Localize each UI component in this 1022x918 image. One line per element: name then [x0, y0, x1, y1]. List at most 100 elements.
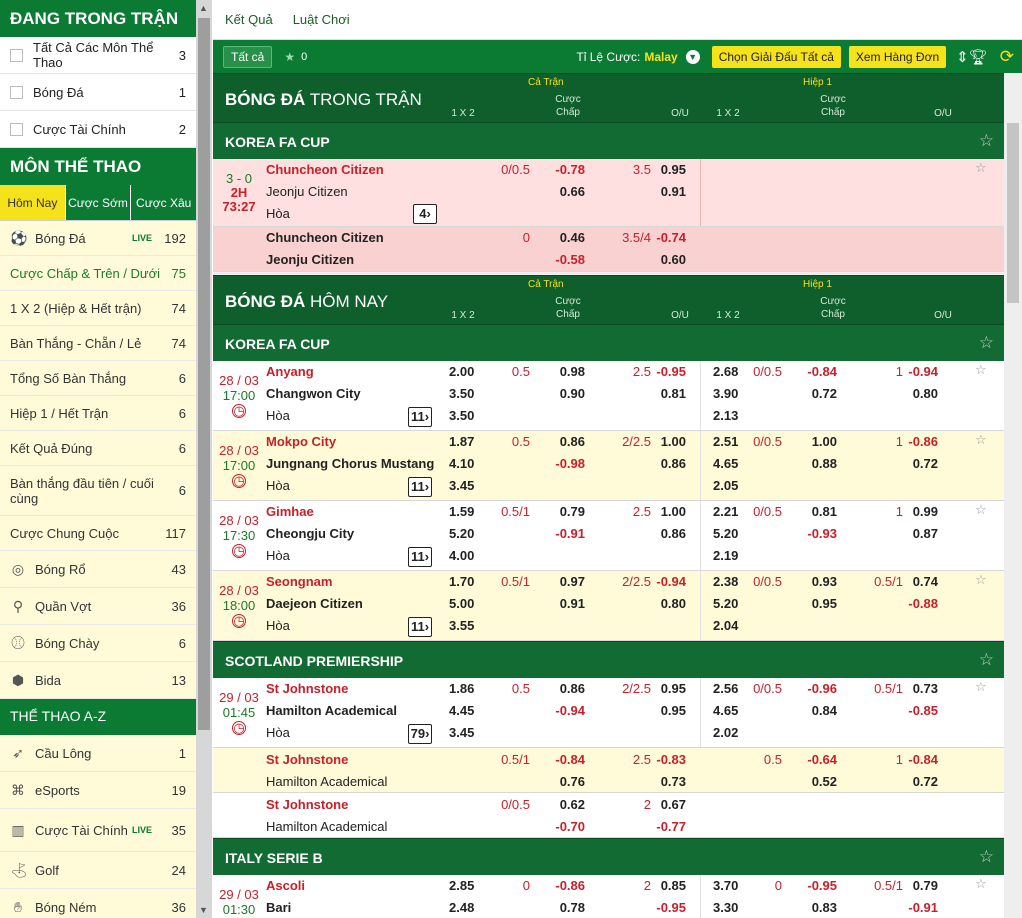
ou-line[interactable]: 0.5/1 [845, 878, 903, 893]
handicap-line[interactable]: 0.5/1 [485, 574, 530, 589]
odds-value[interactable]: -0.96 [801, 681, 837, 696]
ou-line[interactable]: 3.5/4 [593, 230, 651, 245]
handicap-line[interactable]: 0 [485, 878, 530, 893]
odds-value[interactable]: 0.90 [549, 386, 585, 401]
odds-value[interactable]: -0.84 [900, 752, 938, 767]
odds-value[interactable]: 0.85 [648, 878, 686, 893]
odds-value[interactable]: 0.86 [648, 456, 686, 471]
star-icon[interactable]: ☆ [979, 333, 994, 353]
odds-value[interactable]: 0.95 [648, 681, 686, 696]
ou-line[interactable]: 2 [593, 797, 651, 812]
odds-value[interactable]: -0.84 [549, 752, 585, 767]
star-icon[interactable]: ☆ [975, 572, 987, 588]
live-item[interactable]: Bóng Đá 1 [0, 74, 196, 111]
odds-value[interactable]: 0.98 [549, 364, 585, 379]
scroll-up-icon[interactable]: ▲ [199, 3, 208, 13]
odds-value[interactable]: 0.86 [549, 681, 585, 696]
odds-value[interactable]: 5.00 [449, 596, 474, 611]
odds-value[interactable]: 3.30 [713, 900, 738, 915]
handicap-line[interactable]: 0/0.5 [737, 364, 782, 379]
results-link[interactable]: Kết Quả [225, 12, 273, 27]
scroll-down-icon[interactable]: ▼ [199, 905, 208, 915]
ou-line[interactable]: 1 [845, 504, 903, 519]
odds-value[interactable]: 0.81 [648, 386, 686, 401]
odds-value[interactable]: 5.20 [713, 596, 738, 611]
odds-value[interactable]: 1.00 [648, 434, 686, 449]
odds-value[interactable]: 0.99 [900, 504, 938, 519]
odds-value[interactable]: 0.79 [549, 504, 585, 519]
live-item[interactable]: Tất Cả Các Môn Thể Thao 3 [0, 37, 196, 74]
odds-value[interactable]: -0.94 [549, 703, 585, 718]
odds-value[interactable]: 1.00 [648, 504, 686, 519]
odds-value[interactable]: 0.88 [801, 456, 837, 471]
chevron-down-icon[interactable]: ▼ [685, 49, 700, 64]
odds-value[interactable]: -0.91 [549, 526, 585, 541]
odds-value[interactable]: 2.00 [449, 364, 474, 379]
odds-value[interactable]: -0.84 [801, 364, 837, 379]
odds-value[interactable]: 0.79 [900, 878, 938, 893]
ou-line[interactable]: 2/2.5 [593, 681, 651, 696]
odds-value[interactable]: -0.95 [648, 900, 686, 915]
league-header[interactable]: KOREA FA CUP ☆ [213, 122, 1004, 159]
odds-value[interactable]: 0.84 [801, 703, 837, 718]
odds-value[interactable]: 1.00 [801, 434, 837, 449]
odds-value[interactable]: 2.21 [713, 504, 738, 519]
market-item[interactable]: Bàn Thắng - Chẵn / Lẻ 74 [0, 326, 196, 361]
odds-value[interactable]: 2.04 [713, 618, 738, 633]
more-bets-badge[interactable]: 11› [408, 617, 432, 637]
sidebar-scrollbar[interactable]: ▲ ▼ [196, 0, 212, 918]
handicap-line[interactable]: 0.5/1 [485, 504, 530, 519]
odds-value[interactable]: 0.66 [549, 184, 585, 199]
odds-value[interactable]: 4.00 [449, 548, 474, 563]
sport-item[interactable]: ➶ Cầu Lông 1 [0, 735, 196, 772]
star-icon[interactable]: ☆ [975, 362, 987, 378]
star-icon[interactable]: ☆ [979, 650, 994, 670]
handicap-line[interactable]: 0/0.5 [737, 681, 782, 696]
star-icon[interactable]: ☆ [975, 160, 987, 176]
odds-value[interactable]: 2.02 [713, 725, 738, 740]
odds-value[interactable]: 2.05 [713, 478, 738, 493]
handicap-line[interactable]: 0.5 [485, 434, 530, 449]
odds-value[interactable]: -0.93 [801, 526, 837, 541]
market-item[interactable]: 1 X 2 (Hiệp & Hết trận) 74 [0, 291, 196, 326]
odds-value[interactable]: 2.38 [713, 574, 738, 589]
odds-value[interactable]: 3.55 [449, 618, 474, 633]
ou-line[interactable]: 2.5 [593, 364, 651, 379]
market-item[interactable]: Hiệp 1 / Hết Trận 6 [0, 396, 196, 431]
odds-value[interactable]: -0.91 [900, 900, 938, 915]
odds-value[interactable]: -0.77 [648, 819, 686, 834]
odds-value[interactable]: 2.48 [449, 900, 474, 915]
ou-line[interactable]: 0.5/1 [845, 574, 903, 589]
odds-value[interactable]: 3.45 [449, 478, 474, 493]
odds-value[interactable]: 3.50 [449, 386, 474, 401]
sport-item[interactable]: ⬢ Bida 13 [0, 662, 196, 699]
odds-value[interactable]: 0.95 [648, 703, 686, 718]
star-icon[interactable]: ☆ [975, 876, 987, 892]
tab-early[interactable]: Cược Sớm [64, 185, 131, 220]
odds-value[interactable]: 2.51 [713, 434, 738, 449]
league-header[interactable]: SCOTLAND PREMIERSHIP ☆ [213, 641, 1004, 678]
odds-value[interactable]: 0.83 [801, 900, 837, 915]
odds-value[interactable]: -0.88 [900, 596, 938, 611]
odds-value[interactable]: -0.98 [549, 456, 585, 471]
odds-value[interactable]: 0.93 [801, 574, 837, 589]
handicap-line[interactable]: 0.5 [485, 681, 530, 696]
odds-value[interactable]: 2.68 [713, 364, 738, 379]
market-item[interactable]: Kết Quả Đúng 6 [0, 431, 196, 466]
odds-value[interactable]: 1.70 [449, 574, 474, 589]
handicap-line[interactable]: 0/0.5 [485, 162, 530, 177]
odds-value[interactable]: 0.86 [648, 526, 686, 541]
sport-item[interactable]: ▥ Cược Tài Chính LIVE 35 [0, 809, 196, 852]
odds-value[interactable]: 0.67 [648, 797, 686, 812]
odds-value[interactable]: 0.76 [549, 774, 585, 789]
ou-line[interactable]: 2 [593, 878, 651, 893]
ou-line[interactable]: 1 [845, 434, 903, 449]
odds-value[interactable]: 2.56 [713, 681, 738, 696]
odds-value[interactable]: 0.91 [648, 184, 686, 199]
ou-line[interactable]: 0.5/1 [845, 681, 903, 696]
odds-value[interactable]: 1.86 [449, 681, 474, 696]
all-button[interactable]: Tất cả [223, 45, 273, 68]
tab-today[interactable]: Hôm Nay [0, 185, 65, 220]
market-item[interactable]: Bàn thắng đầu tiên / cuối cùng 6 [0, 466, 196, 516]
more-bets-badge[interactable]: 11› [408, 547, 432, 567]
